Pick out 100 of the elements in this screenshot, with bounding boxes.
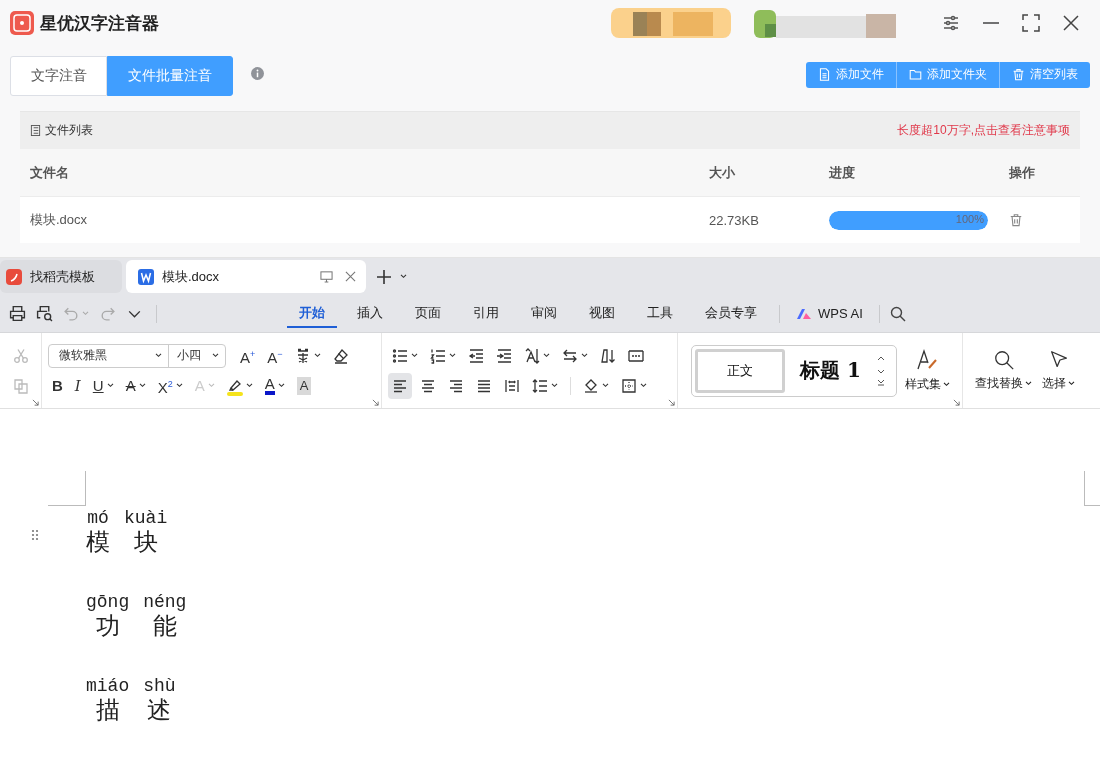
dialog-launcher-icon[interactable] (953, 399, 960, 406)
document-tab[interactable]: 模块.docx (126, 260, 366, 293)
pinyin-text: miáo (86, 676, 130, 696)
caret-icon (602, 383, 609, 388)
distribute-icon (504, 377, 520, 394)
find-replace-button[interactable]: 查找替换 (975, 349, 1032, 392)
column-header[interactable]: 文件名 (30, 163, 709, 182)
ai-logo-icon (796, 307, 812, 320)
format-button[interactable]: X$^{2}$ (153, 372, 187, 399)
file-size-cell-text: 22.73KB (709, 212, 760, 228)
caret-icon (543, 353, 550, 358)
column-header[interactable]: 操作 (1009, 163, 1080, 182)
numbered-list-icon (430, 347, 446, 364)
sort-icon (600, 347, 616, 364)
document-tab[interactable]: 找稻壳模板 (0, 260, 122, 293)
caret-icon (942, 382, 950, 387)
ribbon-tab[interactable]: 工具 (635, 299, 685, 328)
brush-letter-icon (915, 348, 939, 372)
caret-icon (155, 353, 162, 358)
dialog-launcher-icon[interactable] (32, 399, 39, 406)
format-button[interactable]: A (121, 372, 150, 399)
ribbon-tab[interactable]: 视图 (577, 299, 627, 328)
pinyin-text: kuài (124, 508, 168, 528)
folder-icon (909, 68, 922, 81)
undo-icon (63, 305, 80, 322)
format-button[interactable]: A (292, 372, 316, 399)
select-button[interactable]: 选择 (1042, 349, 1075, 392)
caret-icon (207, 383, 215, 388)
caret-icon (138, 383, 146, 388)
format-button[interactable]: A (260, 372, 289, 399)
scroll-arrows-icon[interactable] (876, 354, 885, 387)
caret-icon (106, 383, 114, 388)
text-direction-icon (524, 347, 540, 364)
page-corner-mark (48, 471, 86, 506)
ribbon-tab[interactable]: 引用 (461, 299, 511, 328)
format-button[interactable]: A$^{+}$ (236, 342, 260, 369)
format-button[interactable] (388, 372, 412, 399)
app-logo-icon (10, 11, 34, 35)
info-icon[interactable] (251, 67, 264, 80)
page-corner-mark (1084, 471, 1100, 506)
hanzi-text: 描 (95, 696, 120, 724)
ribbon-tab[interactable]: 页面 (403, 299, 453, 328)
app-title: 星优汉字注音器 (40, 12, 159, 35)
hanzi-text: 模 (86, 528, 110, 556)
format-button[interactable]: U (88, 372, 118, 399)
ribbon-tab[interactable]: 会员专享 (693, 299, 769, 328)
align-center-icon (420, 377, 436, 394)
caret-icon (400, 274, 407, 279)
hanzi-text: 功 (95, 612, 120, 640)
ribbon-tab[interactable]: 开始 (287, 299, 337, 328)
dialog-launcher-icon[interactable] (372, 399, 379, 406)
align-right-icon (448, 377, 464, 394)
ribbon-tab[interactable]: 插入 (345, 299, 395, 328)
copy-icon (12, 377, 29, 394)
column-header[interactable]: 进度 (829, 163, 1009, 182)
wps-ai-tab[interactable]: WPS AI (790, 306, 869, 321)
dialog-launcher-icon[interactable] (668, 399, 675, 406)
indent-icon (496, 347, 512, 364)
hanzi-text: 能 (152, 612, 177, 640)
format-button[interactable]: B (48, 372, 67, 399)
font-picker[interactable]: 微软雅黑 小四 (48, 343, 226, 368)
close-icon[interactable] (1062, 14, 1080, 32)
monitor-icon[interactable] (320, 270, 333, 283)
justify-icon (476, 377, 492, 394)
style-option[interactable]: 标题 1 (790, 348, 871, 393)
delete-button[interactable] (1009, 213, 1023, 227)
plus-icon[interactable] (376, 268, 392, 285)
caret-icon (581, 353, 588, 358)
format-button[interactable]: I (70, 372, 85, 399)
notice-link[interactable]: 长度超10万字,点击查看注意事项 (897, 122, 1070, 139)
mode-tab[interactable]: 文字注音 (10, 55, 107, 96)
drag-handle-icon[interactable] (31, 529, 39, 541)
pinyin-text: mó (87, 508, 109, 528)
panel-title: 文件列表 (45, 122, 93, 139)
caret-icon (175, 383, 183, 388)
style-set-button[interactable]: 样式集 (904, 348, 950, 393)
column-header[interactable]: 大小 (709, 163, 829, 182)
caret-icon (449, 353, 456, 358)
ribbon-tab[interactable]: 审阅 (519, 299, 569, 328)
pinyin-text: néng (143, 592, 187, 612)
bullet-list-icon (392, 347, 408, 364)
maximize-icon[interactable] (1022, 14, 1040, 32)
settings-icon[interactable] (942, 14, 960, 32)
search-icon[interactable] (889, 305, 906, 322)
format-button[interactable]: A$^{−}$ (263, 342, 287, 369)
caret-icon (551, 383, 558, 388)
writer-logo-icon (138, 268, 154, 285)
scissors-icon (12, 347, 29, 364)
border-icon (621, 377, 637, 394)
style-option[interactable]: 正文 (694, 348, 785, 393)
caret-icon (1025, 381, 1032, 386)
trash-icon (1012, 68, 1025, 81)
caret-icon (245, 383, 253, 388)
pinyin-text: gōng (86, 592, 130, 612)
progress-text: 100% (955, 212, 984, 225)
close-icon[interactable] (345, 271, 356, 282)
pinyin-text: shù (143, 676, 176, 696)
paint-bucket-icon (583, 377, 599, 394)
outdent-icon (468, 347, 484, 364)
caret-icon (411, 353, 418, 358)
